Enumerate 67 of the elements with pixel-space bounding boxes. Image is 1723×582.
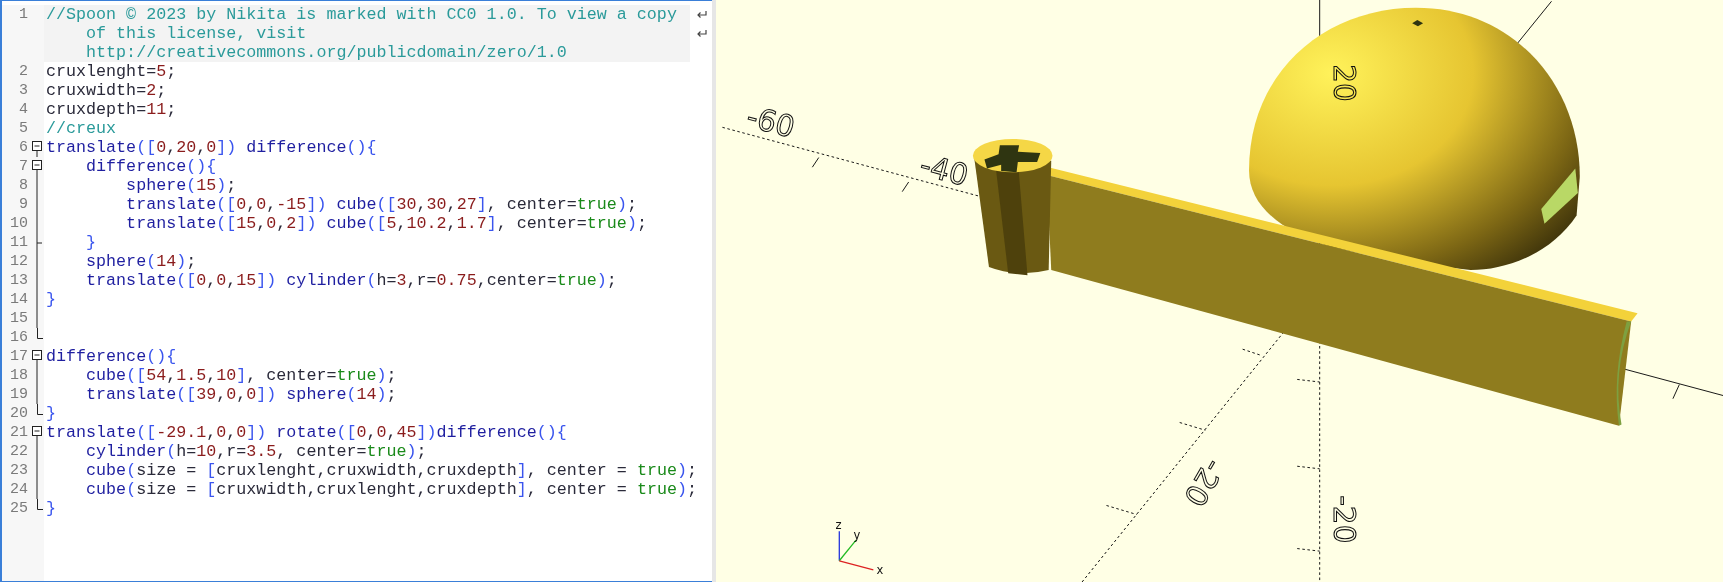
line-number: 2 bbox=[18, 62, 28, 81]
code-line: translate([0,0,15]) cylinder(h=3,r=0.75,center=true); bbox=[85, 271, 618, 290]
line-number: 16 bbox=[9, 328, 28, 347]
line-number: 6 bbox=[18, 138, 28, 157]
line-number: 10 bbox=[9, 214, 28, 233]
fold-toggle-icon[interactable] bbox=[30, 347, 44, 366]
code-line: difference(){ bbox=[85, 157, 218, 176]
axis-letter: x bbox=[876, 562, 884, 577]
line-number: 13 bbox=[9, 271, 28, 290]
axis-letter: z bbox=[835, 517, 842, 532]
axis-label: -20 bbox=[1326, 495, 1361, 544]
line-number: 17 bbox=[9, 347, 28, 366]
code-line: difference(){ bbox=[45, 347, 178, 366]
code-line: translate([0,20,0]) difference(){ bbox=[45, 138, 378, 157]
line-number: 5 bbox=[18, 119, 28, 138]
line-number: 4 bbox=[18, 100, 28, 119]
line-number: 9 bbox=[18, 195, 28, 214]
line-number: 11 bbox=[9, 233, 28, 252]
fold-toggle-icon[interactable] bbox=[30, 423, 44, 442]
code-line: translate([39,0,0]) sphere(14); bbox=[85, 385, 398, 404]
orientation-axes-icon bbox=[838, 530, 874, 571]
code-line: } bbox=[45, 404, 57, 423]
axis-label: -40 bbox=[916, 147, 972, 193]
fold-end-line bbox=[36, 328, 43, 339]
code-line: translate([0,0,-15]) cube([30,30,27], center=true); bbox=[125, 195, 638, 214]
line-number: 24 bbox=[9, 480, 28, 499]
code-line: cube(size = [cruxwidth,cruxlenght,cruxdepth], center = true); bbox=[85, 480, 697, 499]
axis-label: -20 bbox=[1177, 453, 1231, 512]
code-line: } bbox=[45, 290, 57, 309]
axis-label: -60 bbox=[743, 99, 799, 145]
code-line: //creux bbox=[45, 119, 118, 138]
code-line: cruxlenght=5; bbox=[45, 62, 178, 81]
line-number: 3 bbox=[18, 81, 28, 100]
fold-toggle-icon[interactable] bbox=[30, 157, 44, 176]
wrap-icon bbox=[695, 28, 707, 39]
fold-end-line bbox=[36, 404, 43, 415]
fold-end-line bbox=[36, 499, 43, 510]
code-line: sphere(15); bbox=[125, 176, 238, 195]
line-number: 7 bbox=[18, 157, 28, 176]
code-line: cube([54,1.5,10], center=true); bbox=[85, 366, 398, 385]
line-number: 25 bbox=[9, 499, 28, 518]
line-number: 18 bbox=[9, 366, 28, 385]
code-line: translate([15,0,2]) cube([5,10.2,1.7], center=true); bbox=[125, 214, 648, 233]
fold-toggle-icon[interactable] bbox=[30, 138, 44, 157]
line-number: 22 bbox=[9, 442, 28, 461]
line-number: 14 bbox=[9, 290, 28, 309]
code-line: } bbox=[85, 233, 98, 252]
code-line: cylinder(h=10,r=3.5, center=true); bbox=[85, 442, 428, 461]
3d-viewport[interactable]: -60 -40 20 -20 -20 z y x bbox=[716, 0, 1723, 582]
code-line: } bbox=[45, 499, 57, 518]
axis-letter: y bbox=[853, 527, 861, 542]
code-line: cube(size = [cruxlenght,cruxwidth,cruxdepth], center = true); bbox=[85, 461, 697, 480]
code-line: cruxwidth=2; bbox=[45, 81, 168, 100]
code-line: translate([-29.1,0,0]) rotate([0,0,45])difference(){ bbox=[45, 423, 568, 442]
line-number: 15 bbox=[9, 309, 28, 328]
line-number: 1 bbox=[18, 5, 28, 24]
line-number: 20 bbox=[9, 404, 28, 423]
line-number: 23 bbox=[9, 461, 28, 480]
line-number: 8 bbox=[18, 176, 28, 195]
line-number: 12 bbox=[9, 252, 28, 271]
wrap-icon bbox=[695, 9, 707, 20]
line-number: 21 bbox=[9, 423, 28, 442]
line-number: 19 bbox=[9, 385, 28, 404]
axis-label: 20 bbox=[1326, 64, 1361, 102]
code-line: sphere(14); bbox=[85, 252, 198, 271]
code-line: cruxdepth=11; bbox=[45, 100, 178, 119]
code-editor[interactable] bbox=[0, 0, 712, 582]
